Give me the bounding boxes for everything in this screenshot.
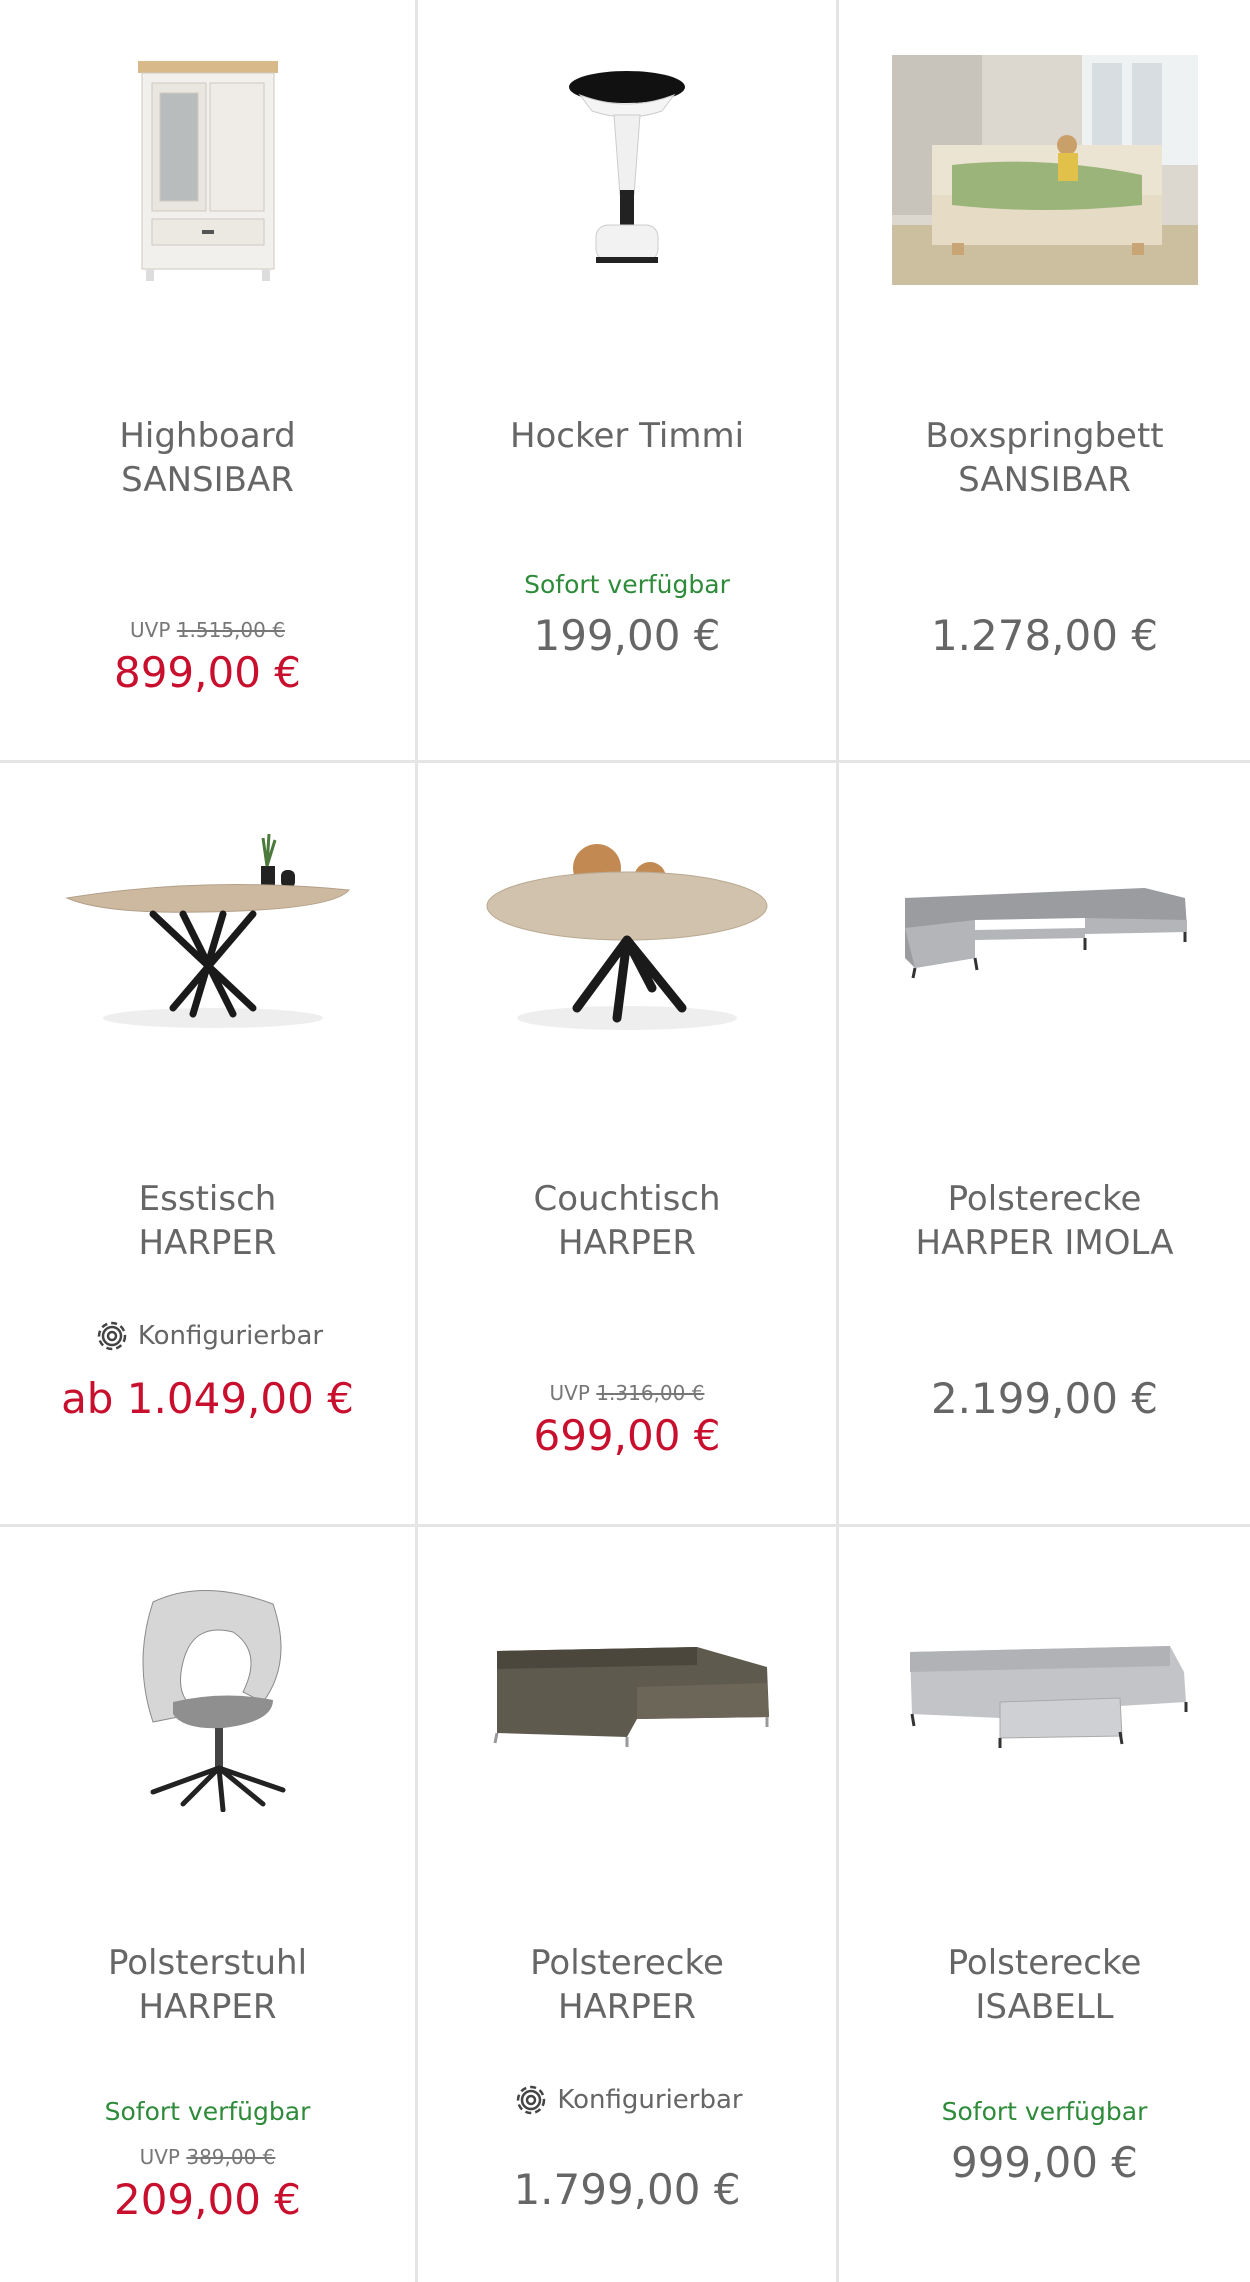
product-image[interactable] [0, 803, 415, 1063]
product-image[interactable] [839, 803, 1250, 1063]
product-price: 199,00 € [533, 611, 721, 660]
product-image[interactable] [0, 40, 415, 300]
uvp-price: UVP 1.316,00 € [549, 1381, 705, 1405]
availability-label: Sofort verfügbar [941, 2097, 1148, 2126]
product-card-polsterecke-harper-imola[interactable]: Polsterecke HARPER IMOLA 2.199,00 € [839, 763, 1250, 1527]
product-price: ab 1.049,00 € [61, 1374, 354, 1423]
product-card-highboard-sansibar[interactable]: Highboard SANSIBAR UVP 1.515,00 € 899,00 … [0, 0, 418, 763]
product-grid: Highboard SANSIBAR UVP 1.515,00 € 899,00 … [0, 0, 1250, 2282]
configurable-badge[interactable]: Konfigurierbar [0, 1316, 415, 1356]
gear-icon [511, 2080, 551, 2120]
product-price: 1.799,00 € [513, 2165, 741, 2214]
product-name[interactable]: Polsterecke HARPER IMOLA [839, 1177, 1250, 1265]
product-price: 699,00 € [533, 1411, 721, 1460]
product-card-polsterecke-isabell[interactable]: Polsterecke ISABELL Sofort verfügbar 999,… [839, 1527, 1250, 2282]
product-image[interactable] [0, 1567, 415, 1827]
product-name[interactable]: Polsterecke HARPER [418, 1941, 836, 2029]
product-card-polsterstuhl-harper[interactable]: Polsterstuhl HARPER Sofort verfügbar UVP … [0, 1527, 418, 2282]
product-name[interactable]: Hocker Timmi [418, 414, 836, 458]
uvp-price: UVP 389,00 € [139, 2145, 276, 2169]
configurable-badge[interactable]: Konfigurierbar [418, 2080, 836, 2120]
product-name[interactable]: Esstisch HARPER [0, 1177, 415, 1265]
product-card-couchtisch-harper[interactable]: Couchtisch HARPER UVP 1.316,00 € 699,00 € [418, 763, 839, 1527]
product-card-hocker-timmi[interactable]: Hocker Timmi Sofort verfügbar 199,00 € [418, 0, 839, 763]
product-price: 2.199,00 € [930, 1374, 1159, 1423]
product-image[interactable] [418, 40, 836, 300]
product-card-polsterecke-harper[interactable]: Polsterecke HARPER Konfigurierbar 1.799,0… [418, 1527, 839, 2282]
product-image[interactable] [839, 1567, 1250, 1827]
product-image[interactable] [839, 40, 1250, 300]
product-image[interactable] [418, 1567, 836, 1827]
product-price: 999,00 € [950, 2138, 1139, 2187]
product-card-esstisch-harper[interactable]: Esstisch HARPER Konfigurierbar ab 1.049,0… [0, 763, 418, 1527]
availability-label: Sofort verfügbar [104, 2097, 311, 2126]
product-name[interactable]: Couchtisch HARPER [418, 1177, 836, 1265]
product-price: 209,00 € [113, 2175, 302, 2224]
product-name[interactable]: Boxspringbett SANSIBAR [839, 414, 1250, 502]
product-card-boxspringbett-sansibar[interactable]: Boxspringbett SANSIBAR 1.278,00 € [839, 0, 1250, 763]
product-price: 1.278,00 € [930, 611, 1159, 660]
product-name[interactable]: Polsterecke ISABELL [839, 1941, 1250, 2029]
product-name[interactable]: Polsterstuhl HARPER [0, 1941, 415, 2029]
availability-label: Sofort verfügbar [524, 570, 730, 599]
product-price: 899,00 € [113, 648, 302, 697]
gear-icon [92, 1316, 132, 1356]
product-name[interactable]: Highboard SANSIBAR [0, 414, 415, 502]
product-image[interactable] [418, 803, 836, 1063]
uvp-price: UVP 1.515,00 € [130, 618, 285, 642]
